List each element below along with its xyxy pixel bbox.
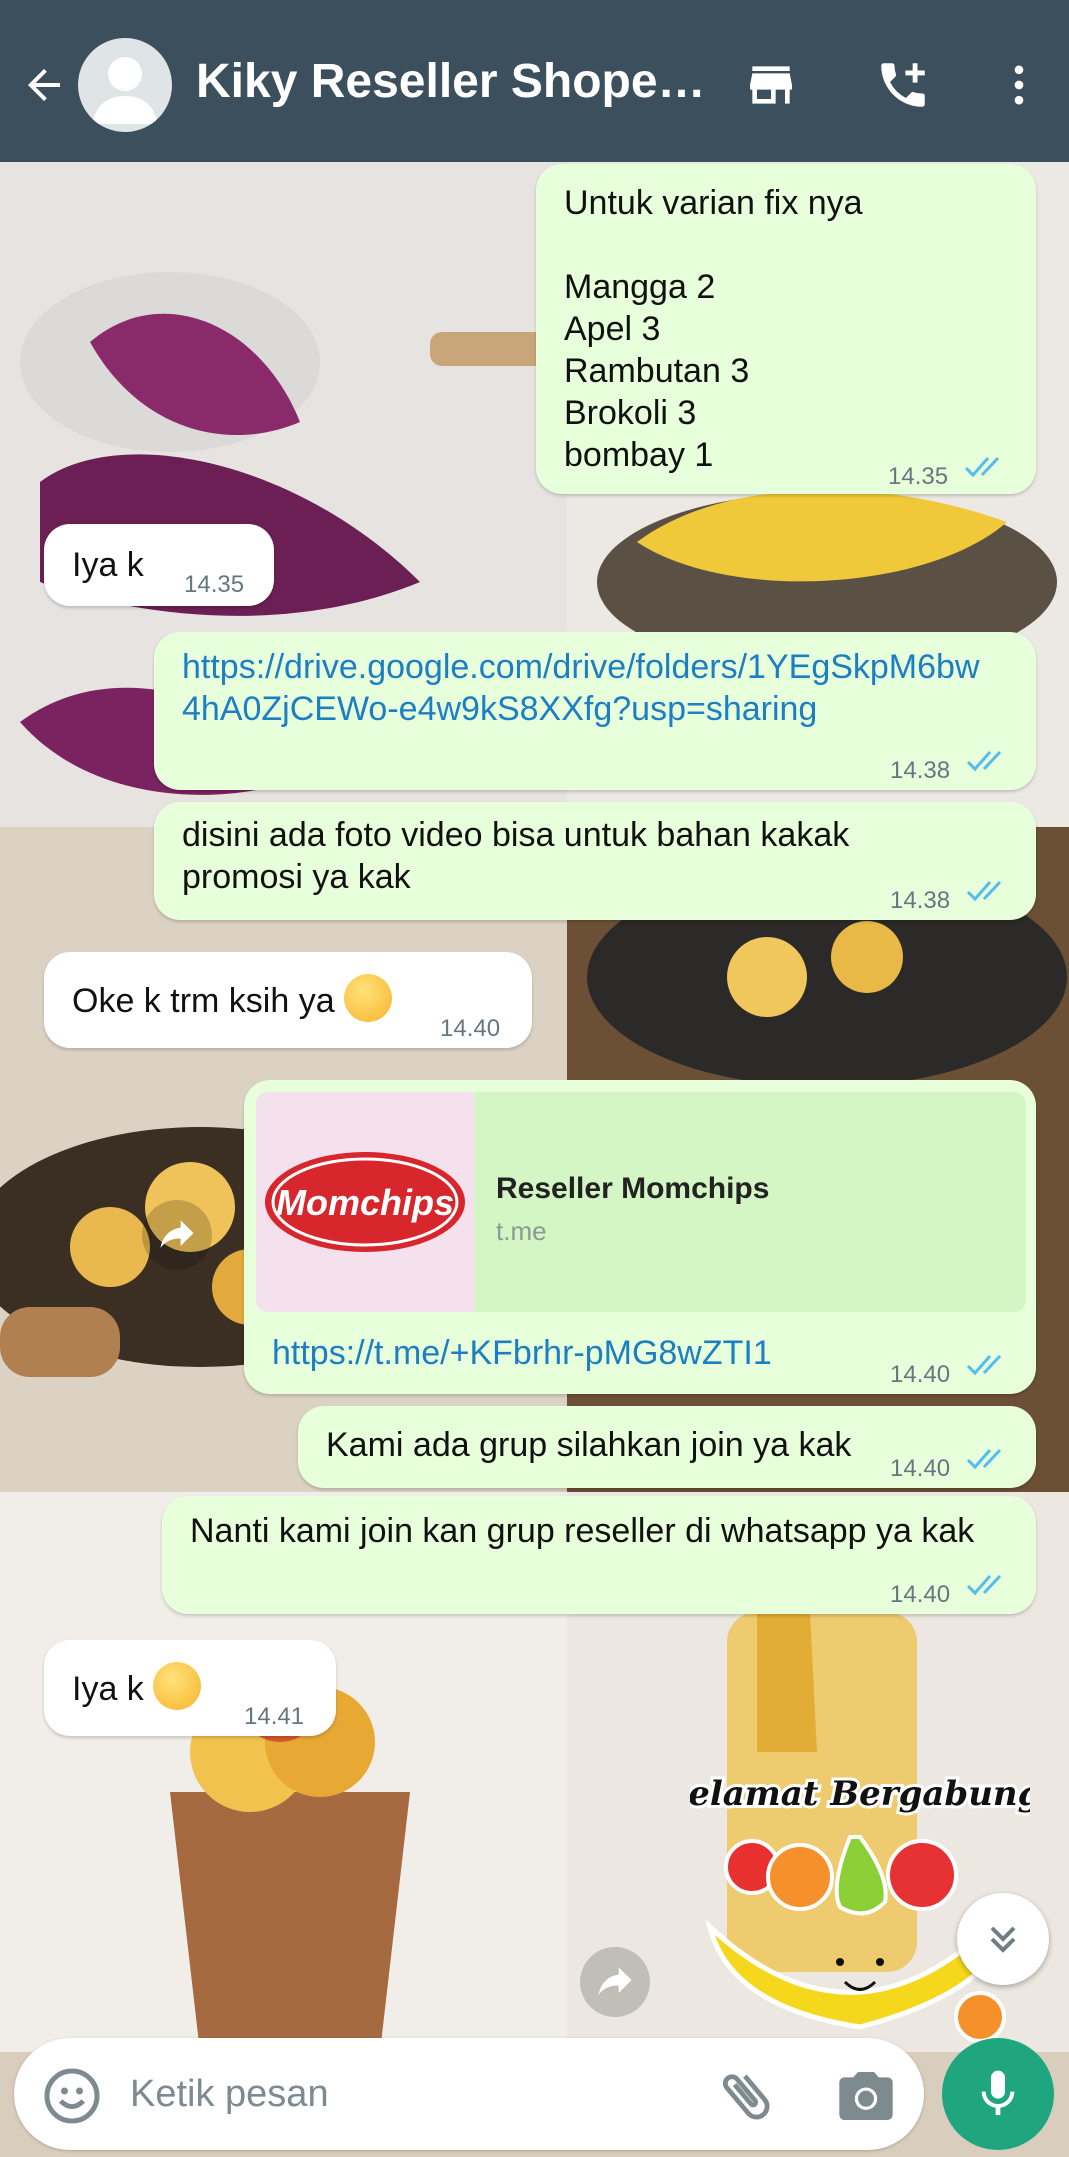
mic-button[interactable] — [942, 2038, 1054, 2150]
store-icon[interactable] — [738, 52, 804, 118]
forward-icon[interactable] — [142, 1200, 212, 1270]
message-input[interactable] — [130, 2066, 690, 2122]
chat-header: Kiky Reseller Shopee... — [0, 0, 1069, 162]
message-text: Kami ada grup silahkan join ya kak — [326, 1426, 852, 1464]
message-time: 14.35 — [888, 463, 949, 490]
message-time: 14.41 — [244, 1703, 305, 1730]
message-bubble-outgoing[interactable]: disini ada foto video bisa untuk bahan k… — [154, 802, 1036, 920]
message-time: 14.40 — [890, 1581, 951, 1608]
sticker-text: Selamat Bergabung! — [690, 1774, 1030, 1814]
emoji-icon[interactable] — [42, 2066, 102, 2126]
chat-title[interactable]: Kiky Reseller Shopee... — [196, 54, 716, 109]
message-time: 14.35 — [184, 571, 245, 598]
add-call-icon[interactable] — [870, 52, 936, 118]
message-time: 14.40 — [890, 1455, 951, 1482]
avatar[interactable] — [78, 38, 172, 132]
message-text: Oke k trm ksih ya — [72, 982, 335, 1020]
message-text: Untuk varian fix nya Mangga 2 Apel 3 Ram… — [564, 184, 863, 474]
message-time: 14.38 — [890, 757, 951, 784]
message-time: 14.40 — [440, 1015, 501, 1042]
message-text: Iya k — [72, 1670, 144, 1708]
scroll-down-icon[interactable] — [957, 1893, 1049, 1985]
telegram-link[interactable]: https://t.me/+KFbrhr-pMG8wZTI1 — [272, 1332, 772, 1374]
read-ticks-icon — [966, 750, 1002, 772]
message-bubble-outgoing[interactable]: Nanti kami join kan grup reseller di wha… — [162, 1496, 1036, 1614]
link-preview-domain: t.me — [496, 1216, 547, 1246]
read-ticks-icon — [966, 1448, 1002, 1470]
message-time: 14.40 — [890, 1361, 951, 1388]
read-ticks-icon — [966, 1574, 1002, 1596]
link-preview-title: Reseller Momchips — [496, 1172, 770, 1205]
attach-icon[interactable] — [714, 2064, 778, 2128]
message-bubble-outgoing[interactable]: Kami ada grup silahkan join ya kak 14.40 — [298, 1406, 1036, 1488]
more-vert-icon[interactable] — [986, 52, 1052, 118]
link-preview-card[interactable]: Momchips Reseller Momchips t.me — [256, 1092, 1026, 1312]
smiling-face-icon — [344, 974, 393, 1022]
message-bubble-outgoing[interactable]: Untuk varian fix nya Mangga 2 Apel 3 Ram… — [536, 164, 1036, 494]
message-text: Iya k — [72, 546, 144, 584]
chat-wallpaper: Untuk varian fix nya Mangga 2 Apel 3 Ram… — [0, 162, 1069, 2052]
read-ticks-icon — [966, 880, 1002, 902]
message-input-bar — [14, 2038, 924, 2150]
drive-link[interactable]: https://drive.google.com/drive/folders/1… — [182, 646, 982, 730]
camera-icon[interactable] — [834, 2064, 898, 2128]
momchips-logo: Momchips — [256, 1092, 474, 1312]
read-ticks-icon — [964, 456, 1000, 478]
svg-text:Momchips: Momchips — [276, 1182, 454, 1223]
message-time: 14.38 — [890, 887, 951, 914]
message-bubble-outgoing[interactable]: Momchips Reseller Momchips t.me https://… — [244, 1080, 1036, 1394]
message-bubble-incoming[interactable]: Oke k trm ksih ya 14.40 — [44, 952, 532, 1048]
message-text: disini ada foto video bisa untuk bahan k… — [182, 816, 850, 896]
message-bubble-outgoing[interactable]: https://drive.google.com/drive/folders/1… — [154, 632, 1036, 790]
message-text: Nanti kami join kan grup reseller di wha… — [190, 1512, 975, 1550]
forward-icon[interactable] — [580, 1947, 650, 2017]
message-bubble-incoming[interactable]: Iya k 14.41 — [44, 1640, 336, 1736]
mic-icon — [981, 2070, 1015, 2115]
read-ticks-icon — [966, 1354, 1002, 1376]
back-arrow-icon[interactable] — [14, 50, 74, 120]
smiling-face-icon — [153, 1662, 202, 1710]
message-bubble-incoming[interactable]: Iya k 14.35 — [44, 524, 274, 606]
